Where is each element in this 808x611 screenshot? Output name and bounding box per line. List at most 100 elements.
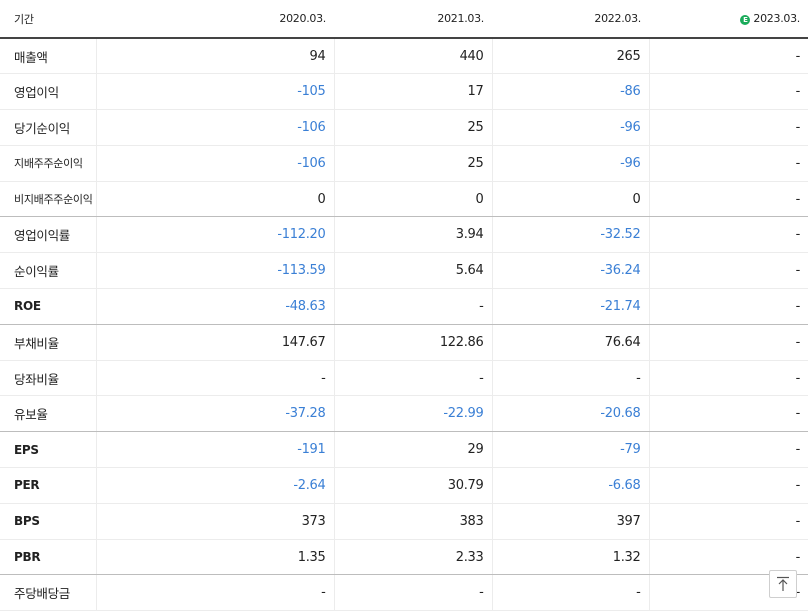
table-row: PER -2.64 30.79 -6.68- <box>0 467 808 504</box>
value-cell: 30.79 <box>333 467 492 504</box>
value-cell: - <box>648 73 808 111</box>
value-cell: - <box>333 574 492 611</box>
column-header: 2021.03. <box>334 0 492 39</box>
row-label: PER <box>0 467 96 504</box>
value-cell: - <box>648 145 808 182</box>
scroll-top-button[interactable] <box>769 570 797 598</box>
value-cell: 1.32 <box>491 539 649 576</box>
table-row: 영업이익 -105 17 -86- <box>0 73 808 111</box>
table-row: 영업이익률 -112.20 3.94 -32.52- <box>0 216 808 254</box>
row-label: 비지배주주순이익 <box>0 181 96 218</box>
value-cell: -22.99 <box>333 395 492 433</box>
table-row: 유보율 -37.28 -22.99 -20.68- <box>0 395 808 433</box>
value-cell: - <box>491 574 649 611</box>
value-cell: - <box>95 574 334 611</box>
table-row: EPS -191 29 -79- <box>0 431 808 469</box>
value-cell: 25 <box>333 145 492 182</box>
value-cell: 25 <box>333 109 492 146</box>
value-cell: 17 <box>333 73 492 111</box>
table-row: 지배주주순이익 -106 25 -96- <box>0 145 808 182</box>
table-row: 비지배주주순이익 0 0 0- <box>0 181 808 218</box>
row-label: BPS <box>0 503 96 540</box>
column-header: 2020.03. <box>96 0 334 39</box>
financial-summary: 기간 2020.03. 2021.03. 2022.03. E 2023.03. … <box>0 0 808 611</box>
value-cell: 2.33 <box>333 539 492 576</box>
value-cell: 147.67 <box>95 324 334 361</box>
value-cell: -21.74 <box>491 288 649 325</box>
value-cell: -112.20 <box>95 216 334 254</box>
row-label: 순이익률 <box>0 252 96 290</box>
value-cell: 440 <box>333 38 492 75</box>
header-row: 기간 2020.03. 2021.03. 2022.03. E 2023.03. <box>0 0 808 39</box>
table-row: 부채비율 147.67 122.86 76.64- <box>0 324 808 361</box>
table-row: 순이익률 -113.59 5.64 -36.24- <box>0 252 808 290</box>
table-row: ROE -48.63- -21.74- <box>0 288 808 325</box>
value-cell: -20.68 <box>491 395 649 433</box>
value-cell: - <box>648 431 808 469</box>
value-cell: - <box>648 360 808 397</box>
table-row: 주당배당금 - - - - <box>0 574 808 611</box>
row-label: PBR <box>0 539 96 576</box>
value-cell: - <box>648 324 808 361</box>
row-label: 지배주주순이익 <box>0 145 96 182</box>
value-cell: 0 <box>333 181 492 218</box>
arrow-up-to-top-icon <box>777 576 789 591</box>
row-label: 주당배당금 <box>0 574 96 611</box>
table-row: 당기순이익 -106 25 -96- <box>0 109 808 146</box>
row-label: EPS <box>0 431 96 469</box>
value-cell: - <box>648 288 808 325</box>
value-cell: -106 <box>95 109 334 146</box>
row-label: 당기순이익 <box>0 109 96 146</box>
value-cell: - <box>648 503 808 540</box>
value-cell: -106 <box>95 145 334 182</box>
value-cell: - <box>333 288 492 325</box>
value-cell: -48.63 <box>95 288 334 325</box>
value-cell: 0 <box>95 181 334 218</box>
value-cell: - <box>648 252 808 290</box>
value-cell: - <box>648 467 808 504</box>
row-label: ROE <box>0 288 96 325</box>
row-label: 영업이익 <box>0 73 96 111</box>
value-cell: 383 <box>333 503 492 540</box>
value-cell: - <box>95 360 334 397</box>
value-cell: 5.64 <box>333 252 492 290</box>
value-cell: 1.35 <box>95 539 334 576</box>
value-cell: 373 <box>95 503 334 540</box>
value-cell: -6.68 <box>491 467 649 504</box>
value-cell: 122.86 <box>333 324 492 361</box>
financial-table: 기간 2020.03. 2021.03. 2022.03. E 2023.03. … <box>0 0 808 611</box>
period-label: 기간 <box>0 0 96 39</box>
table-row: BPS 373 383 397- <box>0 503 808 540</box>
estimate-badge-icon: E <box>740 15 751 25</box>
value-cell: -96 <box>491 145 649 182</box>
value-cell: -2.64 <box>95 467 334 504</box>
value-cell: 0 <box>491 181 649 218</box>
column-header: 2022.03. <box>492 0 649 39</box>
value-cell: -113.59 <box>95 252 334 290</box>
value-cell: 265 <box>491 38 649 75</box>
value-cell: -32.52 <box>491 216 649 254</box>
value-cell: -191 <box>95 431 334 469</box>
value-cell: -105 <box>95 73 334 111</box>
value-cell: 76.64 <box>491 324 649 361</box>
value-cell: - <box>648 216 808 254</box>
table-body: 매출액 94 440 265- 영업이익 -105 17 -86- 당기순이익 -106 25 -96… <box>0 38 808 611</box>
row-label: 유보율 <box>0 395 96 433</box>
value-cell: -36.24 <box>491 252 649 290</box>
value-cell: 94 <box>95 38 334 75</box>
value-cell: - <box>648 395 808 433</box>
table-header: 기간 2020.03. 2021.03. 2022.03. E 2023.03. <box>0 0 808 39</box>
value-cell: 29 <box>333 431 492 469</box>
value-cell: 397 <box>491 503 649 540</box>
table-row: PBR 1.35 2.33 1.32- <box>0 539 808 576</box>
value-cell: 3.94 <box>333 216 492 254</box>
value-cell: -79 <box>491 431 649 469</box>
column-header-estimate: E 2023.03. <box>649 0 808 39</box>
value-cell: - <box>491 360 649 397</box>
value-cell: - <box>333 360 492 397</box>
value-cell: -37.28 <box>95 395 334 433</box>
value-cell: - <box>648 181 808 218</box>
column-header-label: 2023.03. <box>753 12 800 25</box>
row-label: 매출액 <box>0 38 96 75</box>
table-row: 매출액 94 440 265- <box>0 38 808 75</box>
